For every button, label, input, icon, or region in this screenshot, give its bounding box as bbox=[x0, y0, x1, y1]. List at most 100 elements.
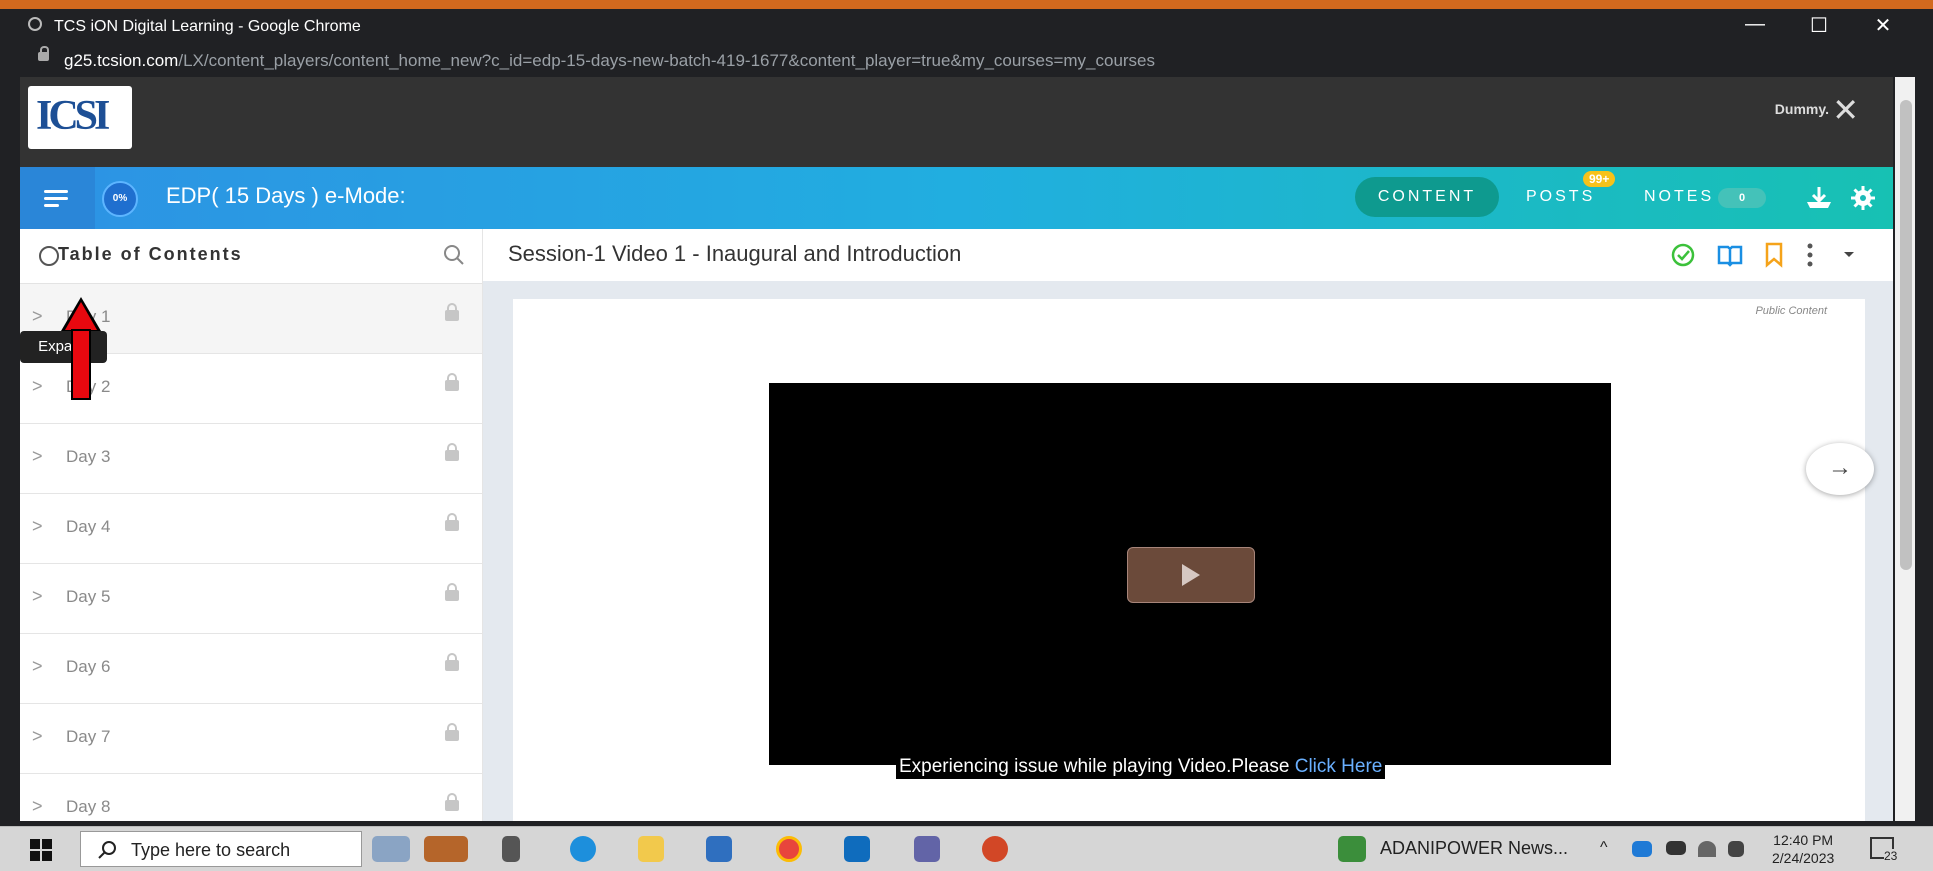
news-widget-icon[interactable] bbox=[1338, 836, 1366, 862]
notification-count: 23 bbox=[1884, 849, 1898, 863]
onedrive-icon[interactable] bbox=[1632, 841, 1652, 857]
menu-icon bbox=[44, 190, 68, 193]
windows-taskbar: Type here to search ADANIPOWER News... ^… bbox=[0, 826, 1933, 871]
web-page: ICSI Dummy. ✕ 0% EDP( 15 Days ) e-Mode: … bbox=[20, 77, 1893, 821]
toc-item-day-7[interactable]: > Day 7 bbox=[20, 704, 482, 774]
news-widget-text[interactable]: ADANIPOWER News... bbox=[1380, 838, 1568, 859]
tab-posts[interactable]: POSTS bbox=[1526, 188, 1595, 206]
course-title: EDP( 15 Days ) e-Mode: bbox=[166, 183, 406, 208]
outlook-icon[interactable] bbox=[844, 836, 870, 862]
chevron-right-icon: > bbox=[32, 656, 43, 676]
url-text[interactable]: g25.tcsion.com/LX/content_players/conten… bbox=[64, 51, 1155, 71]
toc-item-day-4[interactable]: > Day 4 bbox=[20, 494, 482, 564]
tab-notes[interactable]: NOTES bbox=[1644, 188, 1714, 206]
minimize-button[interactable]: — bbox=[1735, 13, 1775, 36]
speaker-icon[interactable] bbox=[1728, 841, 1744, 857]
window-titlebar: TCS iON Digital Learning - Google Chrome… bbox=[0, 9, 1933, 45]
chevron-right-icon: > bbox=[32, 516, 43, 536]
file-explorer-icon[interactable] bbox=[638, 836, 664, 862]
gear-icon[interactable] bbox=[1850, 185, 1876, 211]
bookmark-icon[interactable] bbox=[1763, 241, 1785, 269]
session-header: Session-1 Video 1 - Inaugural and Introd… bbox=[483, 229, 1893, 281]
lock-icon bbox=[445, 653, 459, 671]
powerpoint-icon[interactable] bbox=[982, 836, 1008, 862]
battery-icon[interactable] bbox=[1666, 841, 1686, 855]
toc-item-label: Day 7 bbox=[66, 727, 111, 746]
globe-icon bbox=[28, 17, 42, 31]
taskbar-search-input[interactable]: Type here to search bbox=[80, 831, 362, 867]
toc-item-day-3[interactable]: > Day 3 bbox=[20, 424, 482, 494]
content-area: Session-1 Video 1 - Inaugural and Introd… bbox=[483, 229, 1893, 821]
menu-icon-line bbox=[44, 204, 59, 207]
menu-icon-line bbox=[44, 197, 68, 200]
address-bar[interactable]: g25.tcsion.com/LX/content_players/conten… bbox=[20, 45, 1933, 77]
close-player-icon[interactable]: ✕ bbox=[1832, 91, 1859, 129]
system-clock[interactable]: 12:40 PM 2/24/2023 bbox=[1772, 831, 1834, 867]
annotation-arrow bbox=[71, 329, 91, 400]
clock-icon bbox=[39, 246, 59, 266]
task-view-icon[interactable] bbox=[502, 836, 520, 862]
video-issue-message: Experiencing issue while playing Video.P… bbox=[896, 755, 1386, 779]
toc-item-label: Day 3 bbox=[66, 447, 111, 466]
wifi-icon[interactable] bbox=[1698, 841, 1716, 857]
more-vertical-icon[interactable] bbox=[1805, 241, 1815, 269]
toc-item-label: Day 8 bbox=[66, 797, 111, 816]
store-icon[interactable] bbox=[706, 836, 732, 862]
lock-icon bbox=[445, 723, 459, 741]
check-circle-icon[interactable] bbox=[1670, 242, 1696, 268]
search-icon[interactable] bbox=[442, 243, 466, 267]
site-header: ICSI Dummy. ✕ bbox=[20, 77, 1893, 167]
briefcase-icon[interactable] bbox=[424, 836, 468, 862]
chevron-down-icon[interactable] bbox=[1842, 249, 1856, 259]
click-here-link[interactable]: Click Here bbox=[1295, 756, 1383, 777]
lock-icon bbox=[38, 46, 49, 61]
edge-browser-icon[interactable] bbox=[570, 836, 596, 862]
menu-toggle-button[interactable] bbox=[20, 167, 95, 229]
teams-icon[interactable] bbox=[914, 836, 940, 862]
lock-icon bbox=[445, 373, 459, 391]
toc-item-label: Day 4 bbox=[66, 517, 111, 536]
chevron-right-icon: > bbox=[32, 446, 43, 466]
video-player[interactable] bbox=[769, 383, 1611, 765]
window-title: TCS iON Digital Learning - Google Chrome bbox=[54, 18, 361, 35]
desktop-app-icon[interactable] bbox=[372, 836, 410, 862]
windows-start-icon[interactable] bbox=[30, 839, 52, 861]
next-arrow-button[interactable]: → bbox=[1806, 443, 1874, 495]
toc-item-day-8[interactable]: > Day 8 bbox=[20, 774, 482, 821]
toc-item-day-6[interactable]: > Day 6 bbox=[20, 634, 482, 704]
tab-content[interactable]: CONTENT bbox=[1355, 177, 1499, 217]
play-button[interactable] bbox=[1127, 547, 1255, 603]
session-title: Session-1 Video 1 - Inaugural and Introd… bbox=[508, 241, 962, 266]
toc-item-day-5[interactable]: > Day 5 bbox=[20, 564, 482, 634]
annotation-arrow-head-fill bbox=[65, 302, 97, 330]
toc-header: Table of Contents bbox=[20, 229, 482, 284]
toc-item-label: Day 5 bbox=[66, 587, 111, 606]
toc-item-label: Day 6 bbox=[66, 657, 111, 676]
notes-count-badge: 0 bbox=[1718, 188, 1766, 208]
posts-count-badge: 99+ bbox=[1583, 171, 1616, 187]
chevron-right-icon: > bbox=[32, 586, 43, 606]
expand-tooltip: Expand bbox=[20, 331, 107, 363]
close-window-button[interactable]: ✕ bbox=[1863, 13, 1903, 38]
search-placeholder: Type here to search bbox=[131, 840, 291, 860]
chrome-icon[interactable] bbox=[776, 836, 802, 862]
download-icon[interactable] bbox=[1803, 185, 1835, 211]
lock-icon bbox=[445, 303, 459, 321]
progress-indicator: 0% bbox=[102, 181, 138, 217]
chevron-right-icon: > bbox=[32, 306, 43, 326]
icsi-logo[interactable]: ICSI bbox=[28, 86, 132, 149]
chevron-right-icon: > bbox=[32, 726, 43, 746]
content-card: Public Content Experiencing issue while … bbox=[513, 299, 1865, 821]
public-content-label: Public Content bbox=[1755, 305, 1827, 317]
lock-icon bbox=[445, 793, 459, 811]
chevron-up-icon[interactable]: ^ bbox=[1600, 839, 1608, 857]
clock-date: 2/24/2023 bbox=[1772, 850, 1835, 866]
scrollbar-thumb[interactable] bbox=[1900, 100, 1912, 570]
toc-title: Table of Contents bbox=[58, 244, 243, 264]
search-icon bbox=[98, 841, 116, 859]
maximize-button[interactable]: ☐ bbox=[1799, 13, 1839, 38]
chevron-right-icon: > bbox=[32, 796, 43, 816]
lock-icon bbox=[445, 443, 459, 461]
clock-time: 12:40 PM bbox=[1773, 832, 1834, 848]
book-icon[interactable] bbox=[1716, 243, 1744, 267]
